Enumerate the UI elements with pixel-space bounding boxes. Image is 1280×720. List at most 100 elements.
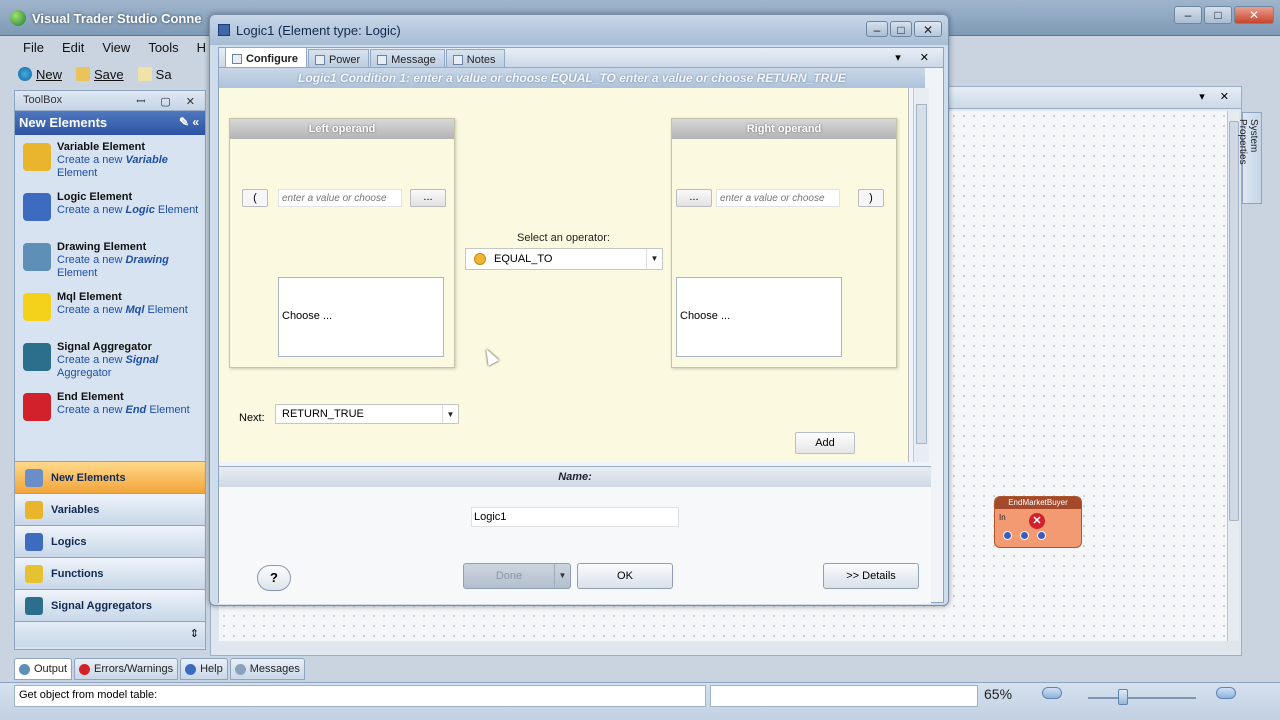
tab-power[interactable]: Power (307, 49, 370, 67)
tab-label: Message (391, 53, 436, 66)
operator-select[interactable]: EQUAL_TO ▼ (465, 248, 663, 270)
menu-edit[interactable]: Edit (53, 38, 93, 58)
zoom-in-button[interactable] (1216, 687, 1236, 699)
system-properties-tab[interactable]: System Properties (1237, 112, 1262, 204)
configure-scrollbar[interactable] (913, 88, 929, 462)
stop-icon (23, 393, 51, 421)
port-dot[interactable] (1003, 531, 1012, 540)
name-input[interactable] (471, 507, 679, 527)
document-tab-buttons[interactable]: ▾ ✕ (1199, 90, 1235, 103)
zoom-level: 65% (984, 686, 1013, 702)
element-item-mql-element[interactable]: Mql Element Create a new Mql Element (15, 285, 205, 335)
left-operand-header: Left operand (230, 119, 454, 139)
scroll-thumb[interactable] (1229, 121, 1239, 521)
port-dot[interactable] (1037, 531, 1046, 540)
left-paren-button[interactable]: ( (242, 189, 268, 207)
variables-icon (25, 500, 43, 519)
tab-configure[interactable]: Configure (225, 47, 307, 67)
help-button[interactable]: ? (257, 565, 291, 591)
chevron-down-icon[interactable]: ▼ (646, 249, 662, 269)
condition-summary: Logic1 Condition 1: enter a value or cho… (219, 68, 925, 88)
operator-icon (474, 253, 486, 265)
configure-icon (232, 53, 242, 64)
minimize-button[interactable]: – (1174, 6, 1202, 24)
toolbox-header-buttons[interactable]: ꟷ ▢ ✕ (136, 94, 201, 109)
cylinder-icon (23, 143, 51, 171)
save-button[interactable]: Save (72, 65, 128, 84)
dialog-close-button[interactable]: ✕ (914, 21, 942, 37)
bottom-tab-output[interactable]: Output (14, 658, 73, 680)
maximize-button[interactable]: □ (1204, 6, 1232, 24)
menu-file[interactable]: File (14, 38, 53, 58)
dialog-minimize-button[interactable]: – (866, 21, 888, 37)
element-title: Variable Element (57, 141, 146, 153)
zoom-slider-track[interactable] (1088, 697, 1196, 699)
left-browse-button[interactable]: ... (410, 189, 446, 207)
left-choose-list[interactable]: Choose ... (278, 277, 444, 357)
element-title: Logic Element (57, 191, 133, 203)
right-choose-list[interactable]: Choose ... (676, 277, 842, 357)
tab-strip-buttons[interactable]: ▾ ✕ (895, 51, 937, 64)
desc-keyword: Logic (125, 204, 155, 216)
menu-tools[interactable]: Tools (139, 38, 187, 58)
bottom-tab-messages[interactable]: Messages (229, 658, 305, 680)
next-select[interactable]: RETURN_TRUE ▼ (275, 404, 459, 424)
nav-logics[interactable]: Logics (15, 525, 205, 557)
tab-label: Notes (466, 53, 496, 66)
bottom-tab-help[interactable]: Help (180, 658, 228, 680)
nav-functions[interactable]: Functions (15, 557, 205, 589)
nav-new-elements[interactable]: New Elements (15, 461, 205, 493)
zoom-slider-thumb[interactable] (1118, 689, 1128, 705)
app-title: Visual Trader Studio Conne (32, 11, 202, 26)
node-title: EndMarketBuyer (995, 497, 1081, 509)
chevron-down-icon[interactable]: ▼ (442, 405, 458, 423)
new-button-label: New (36, 66, 63, 82)
right-value-input[interactable] (716, 189, 840, 207)
scroll-thumb[interactable] (916, 104, 927, 444)
section-collapse-icon[interactable]: ✎ « (179, 115, 199, 129)
new-elements-icon (25, 468, 43, 487)
zoom-out-button[interactable] (1042, 687, 1062, 699)
dialog-maximize-button[interactable]: □ (890, 21, 912, 37)
right-paren-button[interactable]: ) (858, 189, 884, 207)
element-item-signal-aggregator[interactable]: Signal Aggregator Create a new Signal Agg… (15, 335, 205, 385)
end-element-node[interactable]: EndMarketBuyer In ✕ (994, 496, 1082, 548)
next-value: RETURN_TRUE (282, 408, 364, 420)
nav-footer-toggle[interactable]: ⇕ (15, 621, 205, 647)
menu-view[interactable]: View (93, 38, 139, 58)
bottom-tab-label: Help (200, 663, 223, 675)
element-item-end-element[interactable]: End Element Create a new End Element (15, 385, 205, 435)
left-operand-box: Left operand ( ... Choose ... (229, 118, 455, 368)
element-item-drawing-element[interactable]: Drawing Element Create a new Drawing Elem… (15, 235, 205, 285)
ok-button[interactable]: OK (577, 563, 673, 589)
element-desc: Create a new Drawing Element (57, 254, 201, 280)
chevron-down-icon[interactable]: ▼ (554, 564, 570, 588)
close-button[interactable]: ✕ (1234, 6, 1274, 24)
save-as-button[interactable]: Sa (134, 65, 176, 84)
bottom-tab-errors-warnings[interactable]: Errors/Warnings (74, 658, 179, 680)
canvas-scrollbar[interactable] (1227, 111, 1239, 641)
messages-icon (234, 663, 246, 675)
port-dot[interactable] (1020, 531, 1029, 540)
desc-keyword: End (125, 404, 147, 416)
errors-warnings-icon (79, 663, 91, 675)
toolbox-nav: New Elements Variables Logics Functions Sign… (15, 461, 205, 647)
right-browse-button[interactable]: ... (676, 189, 712, 207)
add-condition-button[interactable]: Add (795, 432, 855, 454)
node-ports (1003, 531, 1046, 540)
left-value-input[interactable] (278, 189, 402, 207)
nav-variables[interactable]: Variables (15, 493, 205, 525)
element-item-logic-element[interactable]: Logic Element Create a new Logic Element (15, 185, 205, 235)
element-item-variable-element[interactable]: Variable Element Create a new Variable El… (15, 135, 205, 185)
done-button[interactable]: Done ▼ (463, 563, 571, 589)
dialog-titlebar: Logic1 (Element type: Logic) – □ ✕ (210, 15, 948, 45)
functions-icon (25, 564, 43, 583)
details-button[interactable]: >> Details (823, 563, 919, 589)
tab-notes[interactable]: Notes (445, 49, 505, 67)
nav-signal-aggregators[interactable]: Signal Aggregators (15, 589, 205, 621)
element-desc: Create a new Signal Aggregator (57, 354, 201, 380)
new-button[interactable]: New (14, 65, 66, 84)
toolbox-title: ToolBox (23, 94, 63, 106)
done-label: Done (495, 570, 523, 582)
tab-message[interactable]: Message (370, 49, 445, 67)
